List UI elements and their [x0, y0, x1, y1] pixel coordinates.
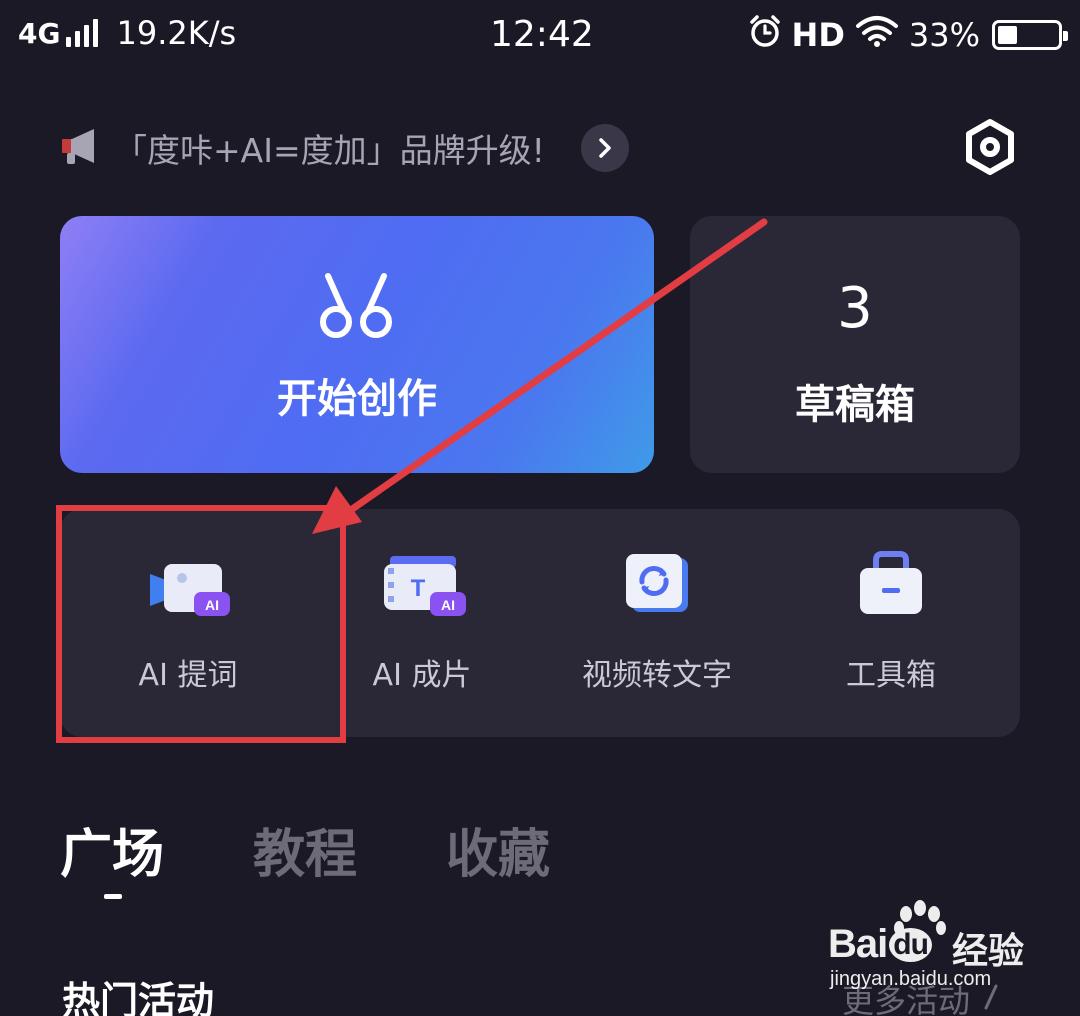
status-left: 4G 19.2K/s — [18, 14, 236, 52]
tool-label-ai-video: AI 成片 — [372, 658, 472, 693]
app-screen: 4G 19.2K/s 12:42 HD 33% 「度咔+AI=度加」品牌升级! … — [0, 0, 1080, 1016]
announcement-banner[interactable]: 「度咔+AI=度加」品牌升级! — [58, 122, 629, 174]
network-speed: 19.2K/s — [116, 14, 237, 52]
battery-percent: 33% — [908, 16, 980, 54]
scissors-icon — [318, 270, 394, 340]
ai-video-icon: T AI — [380, 550, 470, 630]
watermark-brand: Bai du — [828, 922, 932, 967]
drafts-label: 草稿箱 — [795, 382, 915, 428]
start-creating-label: 开始创作 — [277, 376, 437, 422]
watermark-brand-du: du — [889, 928, 932, 962]
status-bar: 4G 19.2K/s 12:42 HD 33% — [0, 0, 1080, 76]
tool-label-toolbox: 工具箱 — [846, 658, 936, 693]
drafts-count: 3 — [837, 276, 873, 341]
ai-teleprompter-icon: AI — [146, 550, 236, 630]
battery-icon — [992, 20, 1068, 50]
status-right: HD 33% — [738, 14, 1068, 56]
watermark-url: jingyan.baidu.com — [830, 968, 992, 990]
start-creating-card[interactable] — [60, 216, 654, 473]
megaphone-icon — [58, 126, 104, 170]
drafts-card[interactable] — [690, 216, 1020, 473]
tool-label-video-to-text: 视频转文字 — [582, 658, 732, 693]
tab-square[interactable]: 广场 — [60, 812, 164, 887]
alarm-icon — [748, 14, 782, 56]
baidu-jingyan-watermark: Bai du 经验 jingyan.baidu.com — [828, 898, 1028, 994]
battery-fill — [998, 26, 1017, 44]
tool-label-ai-teleprompter: AI 提词 — [138, 658, 238, 693]
settings-hexagon-icon[interactable] — [960, 117, 1020, 177]
section-title: 热门活动 — [62, 979, 215, 1016]
svg-text:AI: AI — [441, 597, 455, 613]
announcement-text: 「度咔+AI=度加」品牌升级! — [114, 131, 545, 170]
svg-text:AI: AI — [205, 597, 219, 613]
video-to-text-icon — [612, 550, 702, 630]
network-type: 4G — [18, 16, 61, 50]
status-time: 12:42 — [490, 14, 594, 55]
hd-indicator: HD — [791, 16, 845, 54]
svg-text:T: T — [411, 575, 426, 602]
watermark-brand-bai: Bai — [828, 922, 888, 966]
wifi-icon — [855, 14, 899, 56]
tab-favorites[interactable]: 收藏 — [446, 812, 550, 887]
tab-indicator — [104, 894, 122, 899]
watermark-brand-cn: 经验 — [952, 931, 1025, 972]
tab-tutorials[interactable]: 教程 — [253, 812, 357, 887]
signal-icon — [66, 19, 102, 47]
chevron-right-icon[interactable] — [580, 124, 629, 172]
toolbox-icon — [846, 550, 936, 630]
